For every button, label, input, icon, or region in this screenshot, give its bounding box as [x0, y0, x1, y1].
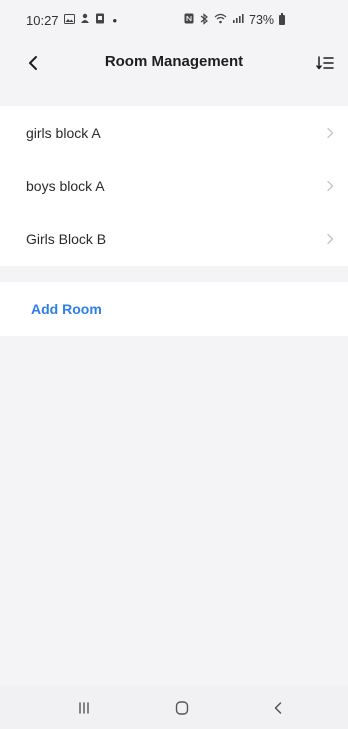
recent-apps-icon: [79, 702, 89, 714]
room-label: girls block A: [26, 124, 101, 141]
sort-button[interactable]: [310, 48, 340, 78]
room-list: girls block A boys block A Girls Block B: [0, 106, 348, 266]
status-bar: 10:27 • 73%: [0, 0, 348, 40]
status-left: 10:27 •: [26, 13, 117, 28]
room-label: boys block A: [26, 177, 105, 194]
status-dot: •: [112, 12, 118, 28]
battery-icon: [279, 13, 286, 25]
battery-percent: 73%: [249, 13, 275, 27]
signal-icon: [232, 13, 244, 27]
room-item[interactable]: Girls Block B: [0, 212, 348, 265]
app-header: Room Management: [0, 40, 348, 86]
system-nav-bar: [0, 686, 348, 729]
sort-list-icon: [316, 56, 334, 70]
gallery-icon: [63, 13, 75, 27]
home-button[interactable]: [164, 694, 200, 722]
room-item[interactable]: boys block A: [0, 159, 348, 212]
room-item[interactable]: girls block A: [0, 106, 348, 159]
sim-icon: [95, 13, 105, 27]
page-title: Room Management: [104, 53, 244, 70]
nav-back-button[interactable]: [260, 694, 296, 722]
add-room-button[interactable]: Add Room: [31, 301, 102, 317]
bluetooth-icon: [199, 12, 209, 28]
status-time: 10:27: [26, 12, 59, 28]
home-icon: [175, 701, 189, 715]
back-icon: [274, 702, 282, 714]
chevron-right-icon: [326, 232, 336, 246]
add-room-section: Add Room: [0, 282, 348, 336]
recent-apps-button[interactable]: [66, 694, 102, 722]
room-label: Girls Block B: [26, 230, 107, 247]
status-right: 73%: [184, 0, 286, 40]
chevron-right-icon: [326, 126, 336, 140]
notification-icon: [80, 13, 90, 27]
wifi-icon: [214, 13, 227, 27]
chevron-right-icon: [326, 179, 336, 193]
nfc-icon: [184, 13, 194, 27]
